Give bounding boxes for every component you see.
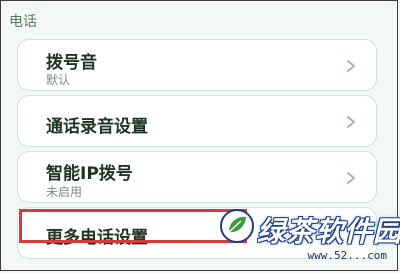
setting-value: 未启用 bbox=[46, 185, 83, 199]
setting-call-recording[interactable]: 通话录音设置 bbox=[17, 95, 377, 147]
setting-label: 智能IP拨号 bbox=[46, 164, 133, 184]
setting-label: 拨号音 bbox=[46, 53, 97, 73]
setting-smart-ip-dial[interactable]: 智能IP拨号 未启用 bbox=[17, 151, 377, 203]
chevron-right-icon bbox=[347, 60, 355, 72]
watermark: 绿茶软件园 www.52...com bbox=[215, 202, 400, 264]
section-title: 电话 bbox=[9, 14, 37, 30]
setting-label: 通话录音设置 bbox=[46, 117, 148, 137]
watermark-brand: 绿茶软件园 bbox=[257, 215, 400, 248]
phone-settings-screen: 电话 拨号音 默认 通话录音设置 智能IP拨号 未启用 更多电话设置 绿茶软件园… bbox=[0, 0, 400, 271]
setting-dial-tone[interactable]: 拨号音 默认 bbox=[17, 39, 377, 91]
leaf-logo-icon bbox=[220, 209, 254, 243]
setting-value: 默认 bbox=[46, 73, 71, 87]
chevron-right-icon bbox=[347, 116, 355, 128]
chevron-right-icon bbox=[347, 172, 355, 184]
watermark-url: www.52...com bbox=[307, 249, 387, 262]
setting-label: 更多电话设置 bbox=[46, 228, 148, 248]
